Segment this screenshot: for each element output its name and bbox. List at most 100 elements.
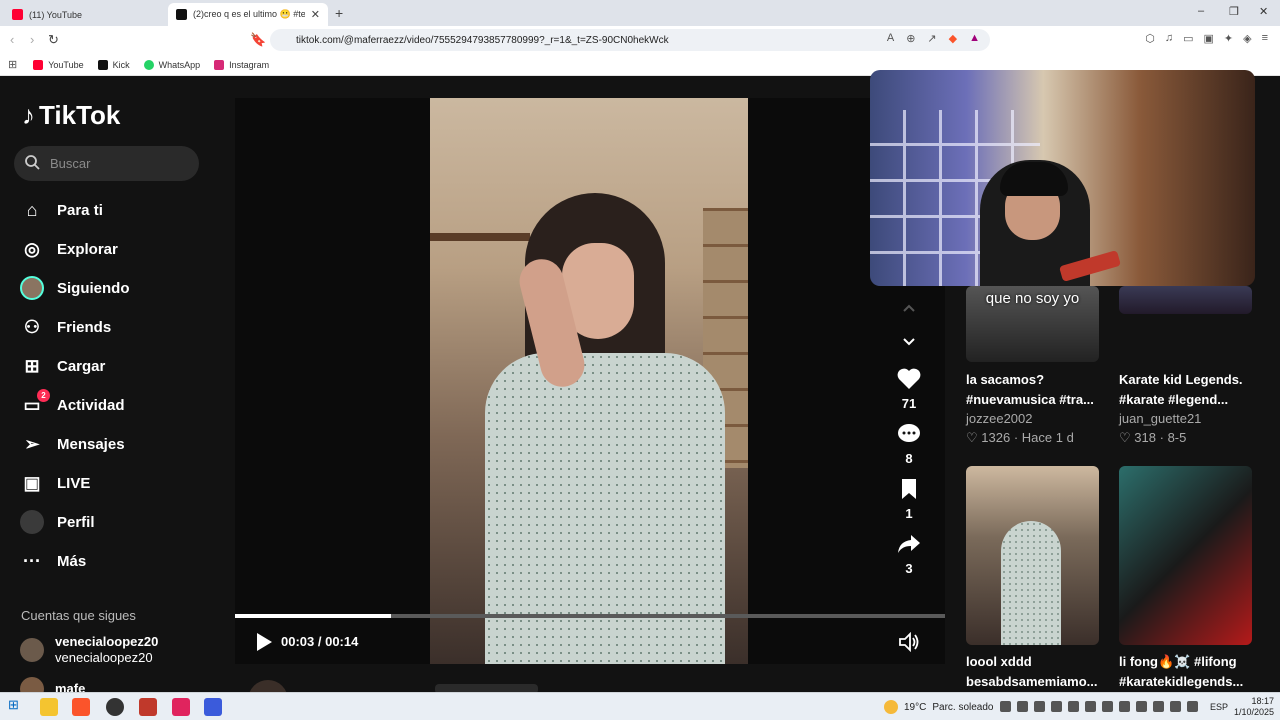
share-icon[interactable]: ↗ — [927, 32, 936, 45]
brave-icon[interactable] — [72, 698, 90, 716]
clock[interactable]: 18:17 1/10/2025 — [1234, 696, 1274, 718]
bookmark-icon[interactable]: 🔖 — [250, 32, 266, 48]
comment-button[interactable]: 8 — [890, 421, 928, 466]
close-window-button[interactable]: ✕ — [1259, 5, 1268, 18]
vpn-icon[interactable]: ◈ — [1243, 32, 1251, 45]
app-icon[interactable] — [204, 698, 222, 716]
sidebar-item-mas[interactable]: ··· Más — [20, 548, 86, 574]
search-placeholder: Buscar — [50, 156, 91, 171]
brave-rewards-icon[interactable]: ▲ — [969, 32, 980, 45]
app-icon[interactable] — [139, 698, 157, 716]
tray-icon[interactable] — [1119, 701, 1130, 712]
bookmark-youtube[interactable]: YouTube — [33, 59, 84, 70]
sidebar-icon[interactable]: ▭ — [1183, 32, 1193, 45]
sidebar-item-perfil[interactable]: Perfil — [20, 509, 95, 535]
like-button[interactable]: 71 — [890, 366, 928, 411]
tray-icon[interactable] — [1068, 701, 1079, 712]
sidebar-item-mensajes[interactable]: ➢ Mensajes — [20, 431, 124, 457]
tray-icon[interactable] — [1102, 701, 1113, 712]
apps-icon[interactable]: ⊞ — [8, 58, 17, 71]
language-indicator[interactable]: ESP — [1210, 702, 1228, 712]
new-tab-button[interactable]: + — [335, 5, 343, 21]
media-icon[interactable]: ♫ — [1165, 32, 1173, 45]
obs-icon[interactable] — [106, 698, 124, 716]
brave-shield-icon[interactable]: ◆ — [949, 32, 957, 45]
leo-icon[interactable]: ✦ — [1224, 32, 1233, 45]
zoom-icon[interactable]: ⊕ — [906, 32, 915, 45]
video-thumbnail[interactable] — [1119, 466, 1252, 645]
bookmark-label: WhatsApp — [158, 59, 201, 70]
clock-time: 18:17 — [1251, 696, 1275, 706]
tab-tiktok[interactable]: (2)creo q es el ultimo 😬 #texto ✕ — [168, 3, 328, 26]
account-name: venecialoopez20 — [55, 634, 159, 649]
start-icon[interactable]: ⊞ — [8, 697, 26, 715]
tiktok-note-icon: ♪ — [22, 100, 35, 130]
play-icon[interactable] — [255, 632, 273, 652]
volume-icon[interactable] — [898, 632, 920, 652]
sidebar-item-cargar[interactable]: ⊞ Cargar — [20, 353, 105, 379]
system-tray — [1000, 701, 1198, 712]
back-icon[interactable]: ‹ — [10, 32, 14, 47]
share-count: 3 — [905, 561, 913, 576]
search-input[interactable]: Buscar — [14, 146, 199, 181]
progress-bar[interactable] — [235, 614, 945, 618]
video-caption[interactable]: li fong🔥☠️ #lifong #karatekidlegends... — [1119, 652, 1259, 692]
sidebar-item-label: Más — [57, 552, 87, 570]
file-explorer-icon[interactable] — [40, 698, 58, 716]
sidebar-item-explorar[interactable]: ◎ Explorar — [20, 236, 118, 262]
bookmark-whatsapp[interactable]: WhatsApp — [143, 59, 201, 70]
video-author[interactable]: jozzee2002 — [966, 410, 1116, 428]
minimize-button[interactable]: – — [1198, 5, 1204, 17]
tray-icon[interactable] — [1034, 701, 1045, 712]
video-thumbnail[interactable] — [966, 466, 1099, 645]
tray-icon[interactable] — [1153, 701, 1164, 712]
translate-icon[interactable]: A — [887, 32, 894, 45]
video-stats: ♡ 318 · 8-5 — [1119, 429, 1269, 447]
video-author[interactable]: juan_guette21 — [1119, 410, 1269, 428]
video-thumbnail[interactable]: que no soy yo — [966, 286, 1099, 362]
video-likes: 318 — [1134, 430, 1156, 445]
sidebar-item-para-ti[interactable]: ⌂ Para ti — [20, 197, 103, 223]
tray-icon[interactable] — [1085, 701, 1096, 712]
close-icon[interactable]: ✕ — [311, 8, 320, 21]
reload-icon[interactable]: ↻ — [48, 32, 59, 48]
chevron-up-icon[interactable] — [899, 298, 919, 318]
tiktok-logo[interactable]: ♪ TikTok — [22, 100, 120, 131]
tray-icon[interactable] — [1136, 701, 1147, 712]
tray-icon[interactable] — [1170, 701, 1181, 712]
video-frame[interactable] — [430, 98, 748, 664]
tray-icon[interactable] — [1051, 701, 1062, 712]
sidebar-item-friends[interactable]: ⚇ Friends — [20, 314, 111, 340]
address-bar[interactable]: tiktok.com/@maferraezz/video/75552947938… — [270, 29, 990, 51]
chevron-down-icon[interactable] — [899, 332, 919, 352]
extensions-icon[interactable]: ⬡ — [1145, 32, 1155, 45]
sidebar-item-label: LIVE — [57, 474, 91, 492]
tray-icon[interactable] — [1187, 701, 1198, 712]
sidebar-item-siguiendo[interactable]: Siguiendo — [20, 275, 130, 301]
app-icon[interactable] — [172, 698, 190, 716]
menu-icon[interactable]: ≡ — [1262, 32, 1268, 45]
tray-icon[interactable] — [1017, 701, 1028, 712]
tab-youtube[interactable]: (11) YouTube — [4, 3, 164, 26]
save-button[interactable]: 1 — [890, 476, 928, 521]
weather-widget[interactable]: 19°C Parc. soleado — [884, 700, 994, 714]
weather-icon — [884, 700, 898, 714]
bookmark-instagram[interactable]: Instagram — [214, 59, 269, 70]
video-caption[interactable]: loool xddd besabdsamemiamo... — [966, 652, 1106, 692]
wallet-icon[interactable]: ▣ — [1203, 32, 1213, 45]
video-player[interactable]: 00:03 / 00:14 — [235, 98, 945, 664]
tray-icon[interactable] — [1000, 701, 1011, 712]
video-thumbnail[interactable] — [1119, 286, 1252, 314]
share-button[interactable]: 3 — [890, 531, 928, 576]
kick-icon — [97, 59, 108, 70]
following-account[interactable]: venecialoopez20 venecialoopez20 — [20, 634, 158, 666]
forward-icon[interactable]: › — [30, 32, 34, 47]
sidebar-item-live[interactable]: ▣ LIVE — [20, 470, 90, 496]
sidebar-item-label: Siguiendo — [57, 279, 130, 297]
maximize-button[interactable]: ❐ — [1229, 5, 1239, 18]
toolbar-icons: ⬡ ♫ ▭ ▣ ✦ ◈ ≡ — [1145, 32, 1268, 45]
video-caption[interactable]: la sacamos? #nuevamusica #tra... — [966, 370, 1106, 410]
sidebar-item-actividad[interactable]: ▭ 2 Actividad — [20, 389, 125, 418]
video-caption[interactable]: Karate kid Legends. #karate #legend... — [1119, 370, 1259, 410]
bookmark-kick[interactable]: Kick — [97, 59, 130, 70]
